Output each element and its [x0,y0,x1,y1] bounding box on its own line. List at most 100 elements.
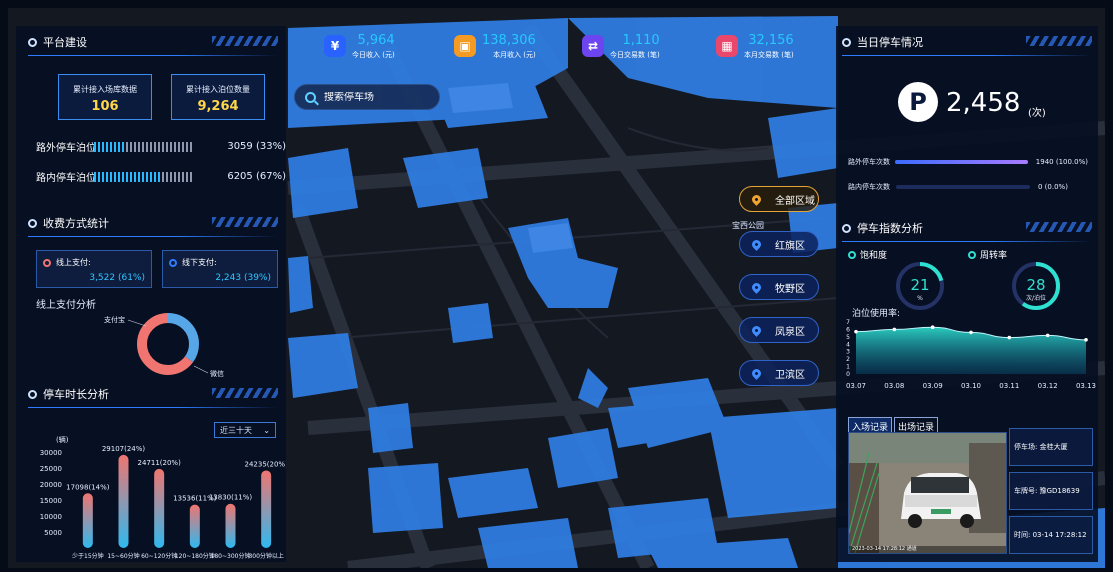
usage-point-2 [930,325,935,329]
region-label: 牧野区 [775,283,805,295]
slot-tick [166,171,168,182]
slot-tick [186,171,188,182]
usage-point-0 [854,329,858,334]
duration-bar-5 [261,470,272,548]
stat-box-lots: 累计接入场库数据 106 [58,74,152,120]
slot-tick [182,171,184,182]
slots-row-offstreet: 路外停车泊位 3059 (33%) [36,139,286,154]
region-all-button[interactable]: 全部区域 [739,186,819,212]
parking-search-input[interactable] [324,91,424,103]
stat-value: 106 [91,99,119,114]
hbar-name: 路内停车次数 [848,183,890,191]
duration-bar-2 [154,468,165,548]
photo-caption: 2023-03-14 17:28:12 通道 [852,546,917,552]
online-payment-donut: 支付宝微信 [104,313,224,378]
payment-online-box: 线上支付: 3,522 (61%) [36,250,152,288]
berth-usage-area-chart: 01234567 03.07 03.08 03.09 03.10 03.11 03.12 03… [846,319,1096,390]
slot-tick [114,141,116,152]
slot-tick [138,141,140,152]
usage-y-tick-5: 5 [846,334,850,341]
slot-tick [174,141,176,152]
region-muye-button[interactable]: 牧野区 [739,274,819,300]
usage-area-fill [856,327,1086,374]
money-bag-icon: ¥ [324,35,346,57]
slot-tick [162,141,164,152]
y-tick-5: 30000 [40,449,62,457]
payment-offline-box: 线下支付: 2,243 (39%) [162,250,278,288]
slot-tick [190,141,192,152]
usage-point-3 [969,330,973,335]
usage-point-4 [1007,335,1012,340]
gauge-unit-0: % [917,295,923,302]
offstreet-count-bar: 路外停车次数 1940 (100.0%) [848,156,1088,168]
slot-tick [162,171,164,182]
location-pin-icon [750,192,763,206]
y-tick-0: 5000 [44,529,62,537]
section-title: 停车指数分析 [857,222,923,235]
duration-category-3: 120~180分钟 [175,552,215,560]
location-pin-icon [750,280,763,294]
section-title: 停车时长分析 [43,388,109,401]
onstreet-count-bar: 路内停车次数 0 (0.0%) [848,181,1088,193]
vehicle-photo-image [849,433,1006,553]
y-tick-2: 15000 [40,497,62,505]
donut-leader-0 [127,319,147,327]
radio-dot-icon [848,250,856,259]
slots-row-onstreet: 路内停车泊位 6205 (67%) [36,169,286,184]
parking-search-box[interactable] [294,84,440,110]
section-stripes [1026,36,1092,46]
duration-category-0: 少于15分钟 [72,552,104,560]
slot-tick [110,171,112,182]
y-tick-4: 25000 [40,465,62,473]
kpi-value: 32,156 [748,32,794,48]
today-parking-unit: (次) [1028,108,1046,119]
usage-x-tick-3: 03.10 [961,382,981,390]
slot-tick [102,171,104,182]
section-ring-icon [28,389,37,399]
slot-tick [118,141,120,152]
gauge-value-1: 28 [1026,276,1045,294]
record-time: 时间: 03-14 17:28:12 [1009,516,1093,554]
kpi-value: 1,110 [622,32,660,48]
slot-tick [126,171,128,182]
slot-tick [178,141,180,152]
online-analysis-title: 线上支付分析 [36,300,96,311]
slot-tick [130,141,132,152]
usage-x-tick-1: 03.08 [884,382,904,390]
slot-tick [106,141,108,152]
online-pay-dot-icon [43,258,51,267]
usage-point-5 [1045,333,1050,338]
stat-label: 累计接入泊位数量 [186,85,250,94]
region-label: 全部区域 [775,195,815,207]
duration-category-2: 60~120分钟 [141,552,177,560]
slots-value: 6205 (67%) [227,171,286,182]
kpi-today-income: ¥ 5,964 今日收入 (元) [324,26,395,66]
section-ring-icon [842,37,851,47]
vehicle-photo[interactable]: 2023-03-14 17:28:12 通道 [848,432,1007,554]
section-parking-index: 停车指数分析 [842,218,1092,242]
search-icon [305,91,316,103]
section-today-parking: 当日停车情况 [842,32,1092,56]
usage-point-6 [1084,338,1088,342]
slot-tick [98,171,100,182]
kpi-today-transactions: ⇄ 1,110 今日交易数 (笔) [582,26,660,66]
region-weibin-button[interactable]: 卫滨区 [739,360,819,386]
dashboard-root: 宝西公园 ¥ 5,964 今日收入 (元) ▣ 138,306 本月收入 (元) ⇄… [8,8,1105,568]
map-park-label: 宝西公园 [732,221,764,230]
section-stripes [212,36,278,46]
usage-y-tick-1: 1 [846,364,850,371]
kpi-month-transactions: ▦ 32,156 本月交易数 (笔) [716,26,794,66]
slot-tick [114,171,116,182]
slot-tick [150,171,152,182]
region-hongqi-button[interactable]: 红旗区 [739,231,819,257]
region-fengquan-button[interactable]: 凤泉区 [739,317,819,343]
usage-y-tick-3: 3 [846,349,850,356]
section-ring-icon [28,37,37,47]
duration-category-5: 300分钟以上 [248,552,283,560]
wallet-icon: ▣ [454,35,476,57]
slot-tick [130,171,132,182]
slot-tick [182,141,184,152]
section-ring-icon [842,223,851,233]
usage-point-1 [892,327,897,332]
slot-tick [174,171,176,182]
